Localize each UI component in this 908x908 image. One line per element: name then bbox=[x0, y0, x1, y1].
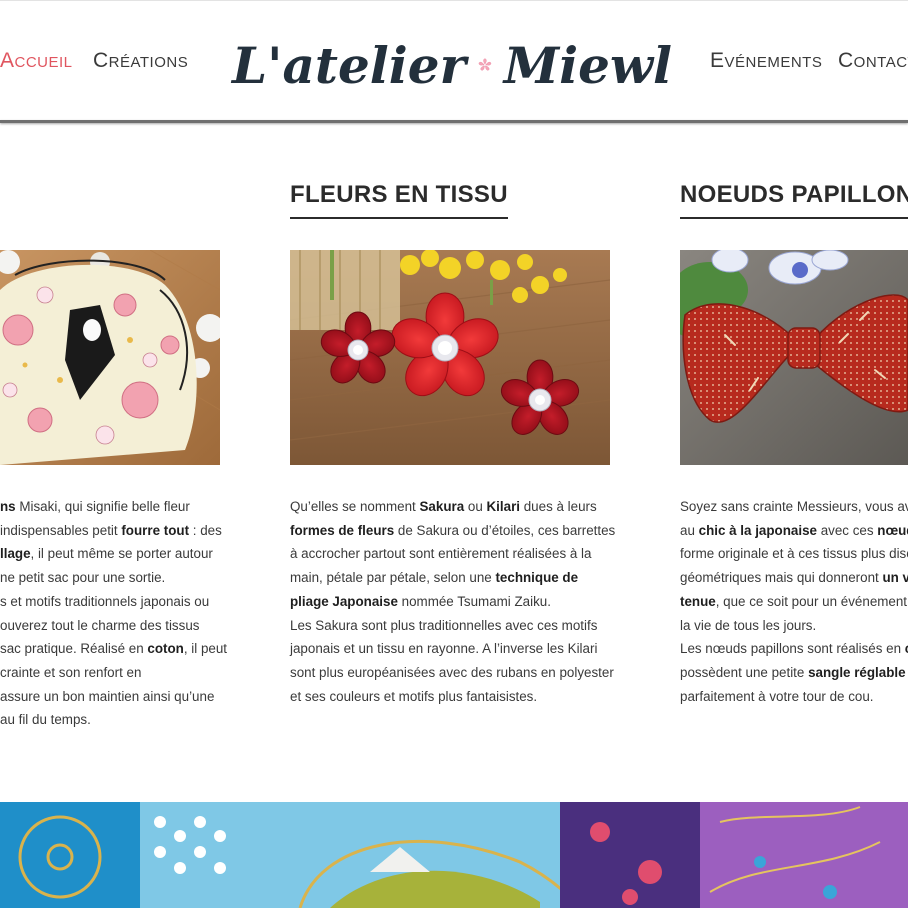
description-line: pliage Japonaise nommée Tsumami Zaiku. bbox=[290, 590, 615, 614]
description-line: ouverez tout le charme des tissus bbox=[0, 614, 227, 638]
text: Les nœuds papillons sont réalisés en bbox=[680, 641, 905, 657]
description-line: à accrocher partout sont entièrement réa… bbox=[290, 542, 615, 566]
bold-text: un v bbox=[882, 570, 908, 586]
description-line: sont plus européanisées avec des rubans … bbox=[290, 661, 615, 685]
bold-text: formes de fleurs bbox=[290, 522, 395, 538]
bold-text: nœuds bbox=[877, 522, 908, 538]
description-line: ne petit sac pour une sortie. bbox=[0, 566, 227, 590]
bold-text: pliage Japonaise bbox=[290, 593, 398, 609]
description-line: formes de fleurs de Sakura ou d’étoiles,… bbox=[290, 519, 615, 543]
nav-contact[interactable]: Contact bbox=[838, 49, 908, 73]
text: de Sakura ou d’étoiles, ces barrettes bbox=[394, 522, 616, 538]
text: dues à leurs bbox=[520, 499, 597, 514]
section-title-noeuds-text: Noeuds papillon bbox=[680, 181, 908, 208]
bold-text: technique de bbox=[495, 570, 579, 586]
site-header: Accueil Créations L'atelier Miewl Evénem… bbox=[0, 0, 908, 123]
fabric-flowers-photo[interactable] bbox=[290, 250, 610, 465]
text: Les Sakura sont plus traditionnelles ave… bbox=[290, 617, 598, 633]
text: parfaitement à votre tour de cou. bbox=[680, 688, 874, 704]
text: la vie de tous les jours. bbox=[680, 617, 817, 633]
description-fleurs: Qu’elles se nomment Sakura ou Kilari due… bbox=[290, 495, 615, 708]
bold-text: fourre tout bbox=[121, 522, 190, 538]
description-line: au fil du temps. bbox=[0, 708, 227, 732]
text: forme originale et à ces tissus plus dis… bbox=[680, 546, 908, 562]
description-line: assure un bon maintien ainsi qu’une bbox=[0, 685, 227, 709]
description-line: indispensables petit fourre tout : des bbox=[0, 519, 227, 543]
description-line: japonais et un tissu en rayonne. A l’inv… bbox=[290, 637, 615, 661]
description-line: crainte et son renfort en bbox=[0, 661, 227, 685]
text: Misaki, qui signifie belle fleur bbox=[15, 499, 190, 514]
text: assure un bon maintien ainsi qu’une bbox=[0, 688, 215, 704]
sakura-icon bbox=[478, 58, 492, 71]
text: , que ce soit pour un événement c bbox=[715, 593, 908, 609]
nav-creations[interactable]: Créations bbox=[93, 49, 188, 73]
description-line: sac pratique. Réalisé en coton, il peut bbox=[0, 637, 227, 661]
header-divider bbox=[0, 120, 908, 123]
text: au bbox=[680, 522, 699, 538]
description-line: géométriques mais qui donneront un v bbox=[680, 566, 908, 590]
text: et ses couleurs et motifs plus fantaisis… bbox=[290, 688, 538, 704]
text: , il peut bbox=[183, 641, 228, 657]
section-title-fleurs: Fleurs en tissu bbox=[290, 180, 508, 219]
text: s et motifs traditionnels japonais ou bbox=[0, 593, 210, 609]
description-line: tenue, que ce soit pour un événement c bbox=[680, 590, 908, 614]
bold-text: ns bbox=[0, 499, 16, 514]
description-sacs: ns Misaki, qui signifie belle fleur indis… bbox=[0, 495, 227, 732]
section-title-fleurs-text: Fleurs en tissu bbox=[290, 181, 508, 208]
text: sont plus européanisées avec des rubans … bbox=[290, 664, 614, 680]
text: crainte et son renfort en bbox=[0, 664, 142, 680]
text: Qu’elles se nomment bbox=[290, 499, 420, 514]
bold-text: Sakura bbox=[419, 499, 465, 514]
description-line: et ses couleurs et motifs plus fantaisis… bbox=[290, 685, 615, 709]
text: : des bbox=[189, 522, 222, 538]
description-line: ns Misaki, qui signifie belle fleur bbox=[0, 495, 227, 519]
description-line: parfaitement à votre tour de cou. bbox=[680, 685, 908, 709]
text: géométriques mais qui donneront bbox=[680, 570, 883, 586]
text: possèdent une petite bbox=[680, 664, 809, 680]
bold-text: coton bbox=[147, 641, 184, 657]
text: à accrocher partout sont entièrement réa… bbox=[290, 546, 592, 562]
description-noeuds: Soyez sans crainte Messieurs, vous avez a… bbox=[680, 495, 908, 708]
description-line: Les Sakura sont plus traditionnelles ave… bbox=[290, 614, 615, 638]
japanese-fabric-banner bbox=[0, 802, 908, 908]
description-line: llage, il peut même se porter autour bbox=[0, 542, 227, 566]
text: main, pétale par pétale, selon une bbox=[290, 570, 496, 586]
nav-accueil[interactable]: Accueil bbox=[0, 49, 73, 73]
bold-text: tenue bbox=[680, 593, 716, 609]
text: japonais et un tissu en rayonne. A l’inv… bbox=[290, 641, 598, 657]
description-line: forme originale et à ces tissus plus dis… bbox=[680, 542, 908, 566]
bold-text: Kilari bbox=[486, 499, 521, 514]
text: sac pratique. Réalisé en bbox=[0, 641, 148, 657]
description-line: au chic à la japonaise avec ces nœuds bbox=[680, 519, 908, 543]
logo-text-latelier: L'atelier bbox=[232, 35, 466, 95]
site-logo[interactable]: L'atelier Miewl bbox=[232, 15, 672, 115]
bow-tie-photo[interactable] bbox=[680, 250, 908, 465]
text: ou bbox=[464, 499, 487, 514]
text: avec ces bbox=[816, 522, 878, 538]
description-line: s et motifs traditionnels japonais ou bbox=[0, 590, 227, 614]
description-line: main, pétale par pétale, selon une techn… bbox=[290, 566, 615, 590]
text: , il peut même se porter autour bbox=[30, 546, 213, 562]
description-line: Soyez sans crainte Messieurs, vous avez bbox=[680, 495, 908, 519]
text: ouverez tout le charme des tissus bbox=[0, 617, 200, 633]
text: ne petit sac pour une sortie. bbox=[0, 570, 166, 586]
description-line: Qu’elles se nomment Sakura ou Kilari due… bbox=[290, 495, 615, 519]
bold-text: llage bbox=[0, 546, 31, 562]
description-line: Les nœuds papillons sont réalisés en co bbox=[680, 637, 908, 661]
text: Soyez sans crainte Messieurs, vous avez bbox=[680, 499, 908, 514]
text: au fil du temps. bbox=[0, 712, 91, 728]
text: nommée Tsumami Zaiku. bbox=[397, 593, 551, 609]
logo-text-miewl: Miewl bbox=[503, 35, 672, 95]
bold-text: chic à la japonaise bbox=[698, 522, 817, 538]
description-line: possèdent une petite sangle réglable p bbox=[680, 661, 908, 685]
nav-evenements[interactable]: Evénements bbox=[710, 49, 822, 73]
description-line: la vie de tous les jours. bbox=[680, 614, 908, 638]
text: indispensables petit bbox=[0, 522, 122, 538]
drawstring-bag-photo[interactable] bbox=[0, 250, 220, 465]
section-title-noeuds: Noeuds papillon bbox=[680, 180, 908, 219]
bold-text: sangle réglable bbox=[808, 664, 906, 680]
